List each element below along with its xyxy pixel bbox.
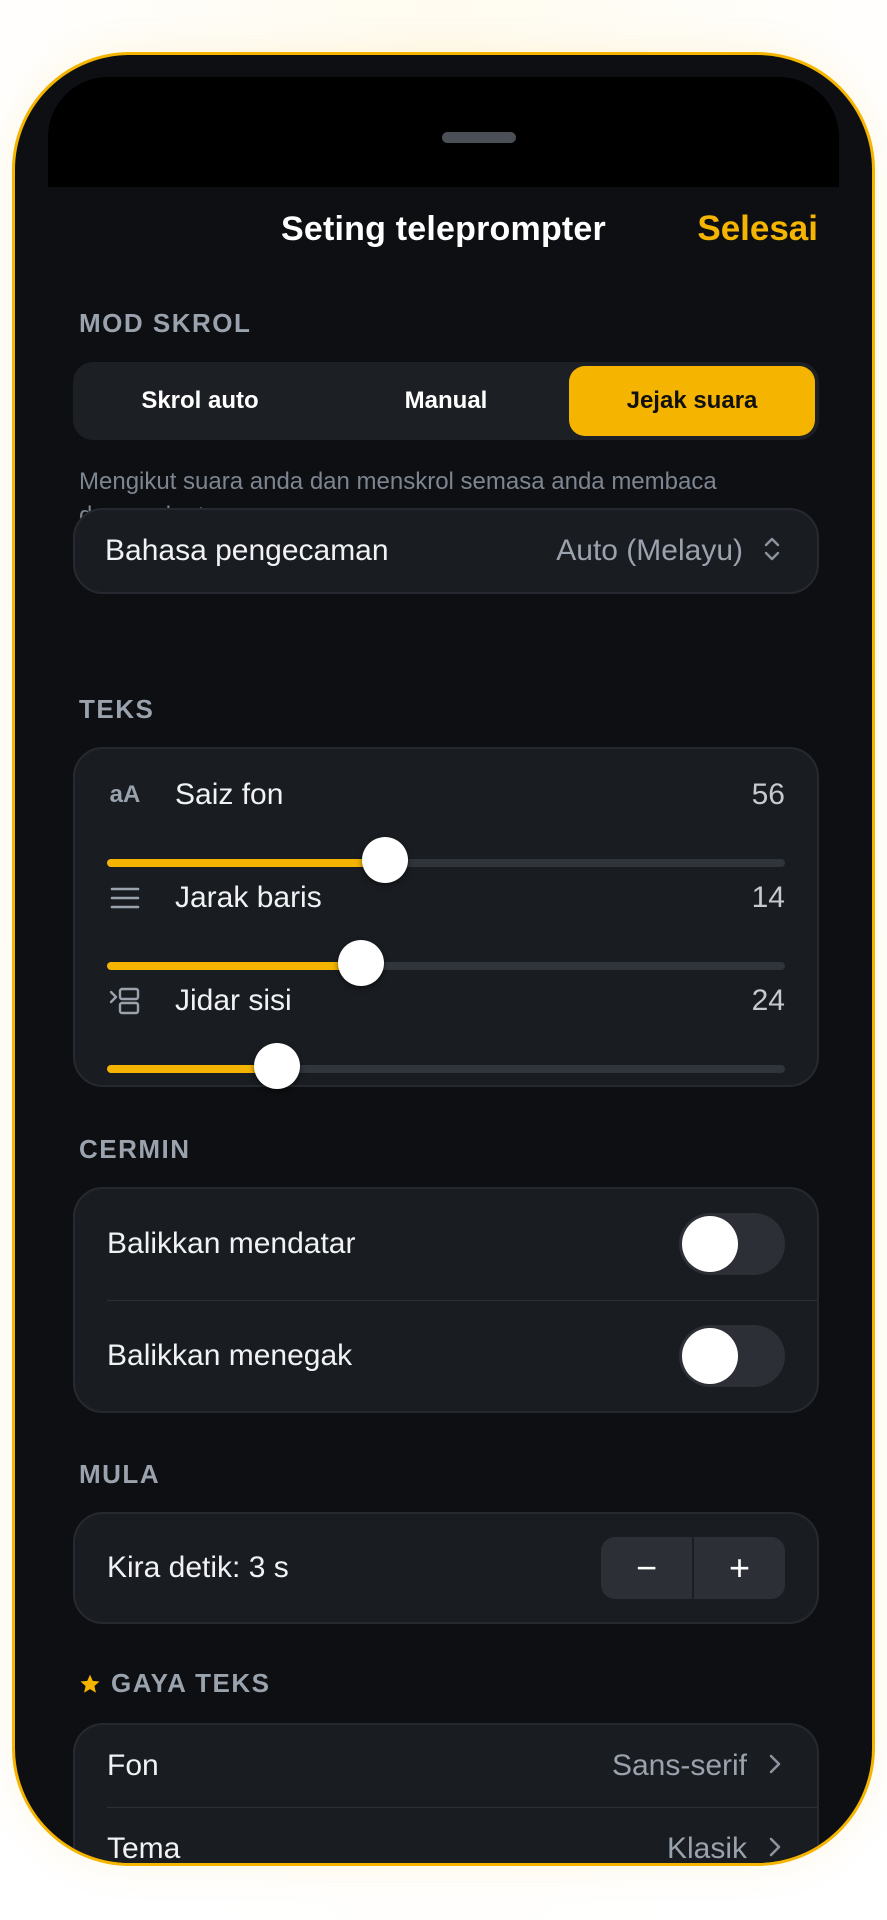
recognition-language-card: Bahasa pengecaman Auto (Melayu) [73, 508, 819, 594]
font-row[interactable]: Fon Sans-serif [75, 1725, 817, 1807]
toggle-knob [682, 1328, 738, 1384]
recognition-language-label: Bahasa pengecaman [105, 534, 389, 567]
increment-button[interactable]: + [694, 1537, 785, 1599]
recognition-language-value: Auto (Melayu) [556, 534, 743, 567]
font-size-icon: aA [109, 781, 141, 808]
countdown-row: Kira detik: 3 s − + [75, 1514, 817, 1622]
section-label-text: TEKS [79, 694, 155, 724]
section-label-start: MULA [79, 1459, 161, 1489]
segment-auto-scroll[interactable]: Skrol auto [77, 366, 323, 436]
slider-label: Saiz fon [175, 778, 284, 811]
sheet-header-background [48, 77, 839, 187]
segment-voice-tracking[interactable]: Jejak suara [569, 366, 815, 436]
sheet-grabber[interactable] [442, 132, 516, 143]
slider-side-margin: Jidar sisi 24 [107, 977, 785, 1089]
slider-value: 24 [751, 984, 785, 1017]
segment-manual[interactable]: Manual [323, 366, 569, 436]
text-style-card: Fon Sans-serif Tema Klasik [73, 1723, 819, 1865]
slider-track[interactable] [107, 1043, 785, 1089]
slider-value: 14 [751, 881, 785, 914]
slider-font-size: aA Saiz fon 56 [107, 771, 785, 883]
recognition-language-row[interactable]: Bahasa pengecaman Auto (Melayu) [75, 510, 817, 592]
start-card: Kira detik: 3 s − + [73, 1512, 819, 1624]
line-spacing-icon [107, 880, 143, 916]
decrement-button[interactable]: − [601, 1537, 692, 1599]
section-label-text-style: GAYA TEKS [111, 1668, 271, 1698]
slider-label: Jidar sisi [175, 984, 292, 1017]
mirror-vertical-label: Balikkan menegak [107, 1339, 353, 1372]
theme-row[interactable]: Tema Klasik [75, 1808, 817, 1865]
slider-track[interactable] [107, 837, 785, 883]
chevron-up-down-icon [763, 535, 781, 568]
star-icon [79, 1673, 101, 1695]
scroll-mode-segmented-control: Skrol auto Manual Jejak suara [73, 362, 819, 440]
slider-value: 56 [751, 778, 785, 811]
chevron-right-icon [769, 1837, 781, 1862]
slider-fill [107, 962, 362, 970]
mirror-vertical-toggle[interactable] [679, 1325, 785, 1387]
text-sliders-card: aA Saiz fon 56 Jarak baris 14 Jidar sisi… [73, 747, 819, 1089]
phone-frame: Seting teleprompter Selesai MOD SKROL Sk… [12, 52, 875, 1866]
slider-fill [107, 859, 385, 867]
countdown-stepper: − + [601, 1537, 785, 1599]
side-margin-icon [107, 983, 143, 1019]
mirror-card: Balikkan mendatar Balikkan menegak [73, 1187, 819, 1413]
font-row-label: Fon [107, 1749, 159, 1782]
slider-line-spacing: Jarak baris 14 [107, 874, 785, 986]
theme-row-value: Klasik [666, 1832, 747, 1865]
font-row-value: Sans-serif [611, 1749, 747, 1782]
section-label-scroll-mode: MOD SKROL [79, 308, 252, 338]
countdown-label: Kira detik: 3 s [107, 1551, 289, 1584]
done-button[interactable]: Selesai [697, 209, 818, 249]
mirror-horizontal-toggle[interactable] [679, 1213, 785, 1275]
toggle-knob [682, 1216, 738, 1272]
chevron-right-icon [769, 1754, 781, 1779]
mirror-horizontal-row: Balikkan mendatar [75, 1189, 817, 1299]
text-style-section-header: GAYA TEKS [79, 1668, 270, 1699]
slider-fill [107, 1065, 277, 1073]
slider-track[interactable] [107, 940, 785, 986]
section-label-mirror: CERMIN [79, 1134, 191, 1164]
mirror-vertical-row: Balikkan menegak [75, 1301, 817, 1411]
mirror-horizontal-label: Balikkan mendatar [107, 1227, 356, 1260]
slider-thumb[interactable] [253, 1043, 300, 1089]
slider-label: Jarak baris [175, 881, 322, 914]
theme-row-label: Tema [107, 1832, 181, 1865]
